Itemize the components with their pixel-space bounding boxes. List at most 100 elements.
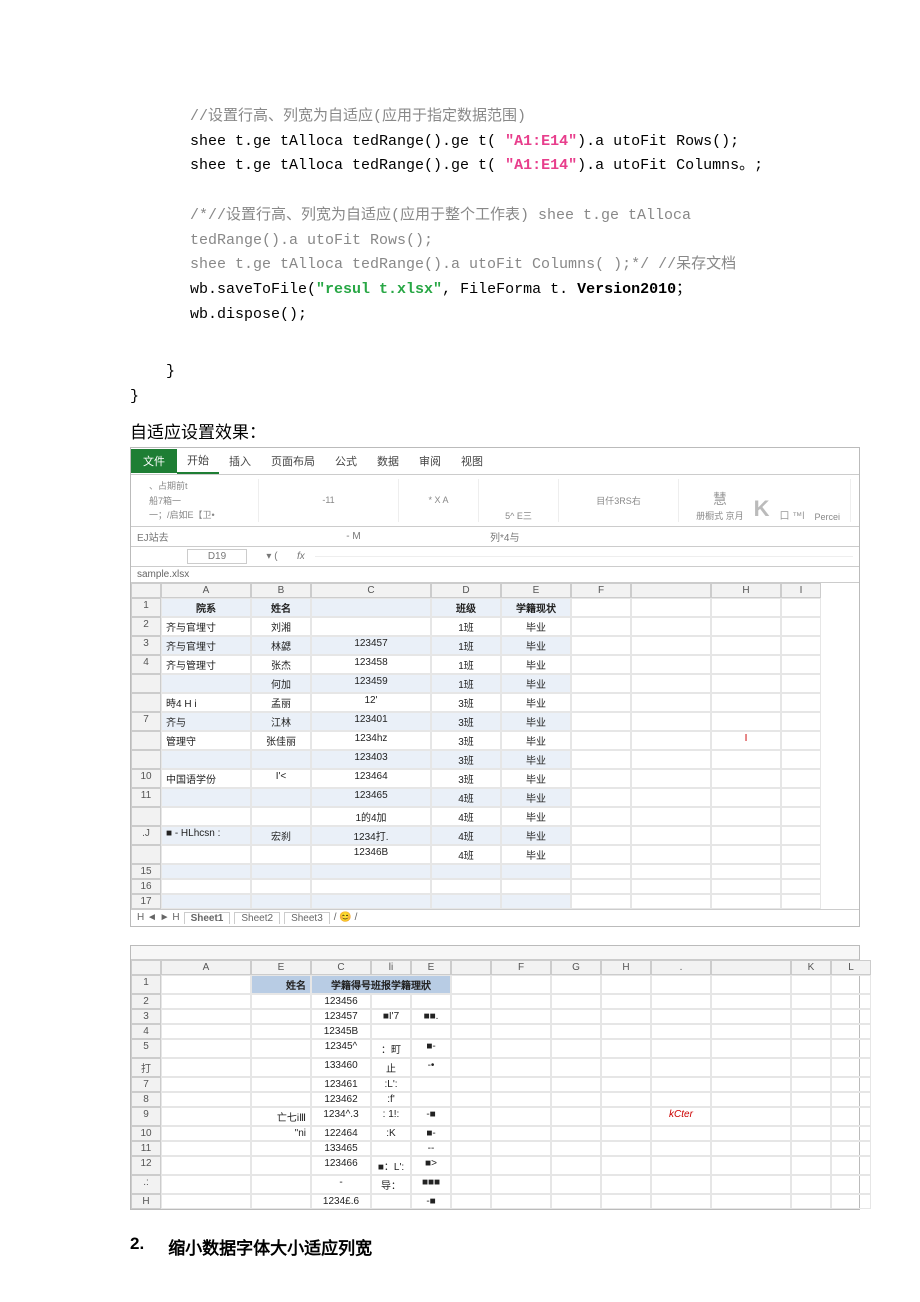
cell[interactable] <box>251 1156 311 1175</box>
cell[interactable] <box>551 1194 601 1209</box>
cell[interactable]: 1班 <box>431 636 501 655</box>
cell[interactable] <box>551 1039 601 1058</box>
cell[interactable] <box>251 994 311 1009</box>
cell[interactable] <box>781 693 821 712</box>
cell[interactable] <box>451 1156 491 1175</box>
col-header[interactable]: L <box>831 960 871 975</box>
cell[interactable]: 1班 <box>431 674 501 693</box>
cell[interactable] <box>491 975 551 994</box>
cell[interactable] <box>781 826 821 845</box>
cell[interactable] <box>551 1024 601 1039</box>
cell[interactable] <box>791 1092 831 1107</box>
cell[interactable] <box>711 1141 791 1156</box>
style-k-icon[interactable]: K <box>754 496 770 522</box>
cell[interactable]: ■■. <box>411 1009 451 1024</box>
cell[interactable] <box>651 1092 711 1107</box>
cell[interactable] <box>551 1175 601 1194</box>
cell[interactable] <box>451 975 491 994</box>
cell[interactable] <box>831 1156 871 1175</box>
cell[interactable]: 123462 <box>311 1092 371 1107</box>
cell[interactable] <box>601 1058 651 1077</box>
row-header[interactable]: 17 <box>131 894 161 909</box>
row-header[interactable]: 15 <box>131 864 161 879</box>
cell[interactable] <box>371 1194 411 1209</box>
cell[interactable] <box>501 879 571 894</box>
col-header[interactable]: F <box>491 960 551 975</box>
cell[interactable] <box>791 1141 831 1156</box>
cell[interactable] <box>551 1058 601 1077</box>
cell[interactable]: -■ <box>411 1107 451 1126</box>
tab-review[interactable]: 审阅 <box>409 449 451 473</box>
cell[interactable] <box>491 1107 551 1126</box>
cell[interactable] <box>831 994 871 1009</box>
cell[interactable]: ■> <box>411 1156 451 1175</box>
cell[interactable] <box>161 864 251 879</box>
cell[interactable]: 齐与官埋寸 <box>161 636 251 655</box>
cell[interactable] <box>491 1175 551 1194</box>
cell[interactable] <box>161 1039 251 1058</box>
cell[interactable]: 133460 <box>311 1058 371 1077</box>
cell[interactable] <box>831 1126 871 1141</box>
cell[interactable] <box>711 894 781 909</box>
cell[interactable] <box>551 1009 601 1024</box>
cell[interactable] <box>711 1024 791 1039</box>
col-header[interactable] <box>131 583 161 598</box>
sheet-tab-2[interactable]: Sheet2 <box>234 912 280 924</box>
cell[interactable] <box>711 1058 791 1077</box>
row-header[interactable]: 2 <box>131 994 161 1009</box>
cell[interactable]: 12' <box>311 693 431 712</box>
cell[interactable] <box>491 1141 551 1156</box>
cell[interactable] <box>711 693 781 712</box>
cell[interactable]: 亡七iⅢ <box>251 1107 311 1126</box>
cell[interactable] <box>711 826 781 845</box>
row-header[interactable]: 7 <box>131 712 161 731</box>
cell[interactable] <box>711 994 791 1009</box>
cell[interactable]: 毕业 <box>501 845 571 864</box>
cell[interactable] <box>161 807 251 826</box>
sheet-tab-3[interactable]: Sheet3 <box>284 912 330 924</box>
cell[interactable]: 1234£.6 <box>311 1194 371 1209</box>
row-header[interactable]: 1 <box>131 975 161 994</box>
col-header[interactable] <box>131 960 161 975</box>
cell[interactable] <box>411 1092 451 1107</box>
cell[interactable] <box>711 1092 791 1107</box>
cell[interactable]: 毕业 <box>501 693 571 712</box>
cell[interactable] <box>251 894 311 909</box>
row-header[interactable]: 12 <box>131 1156 161 1175</box>
cell[interactable]: I'< <box>251 769 311 788</box>
col-header[interactable]: E <box>411 960 451 975</box>
cell[interactable] <box>161 788 251 807</box>
col-header[interactable] <box>631 583 711 598</box>
cell[interactable] <box>571 826 631 845</box>
cell[interactable]: 123461 <box>311 1077 371 1092</box>
tab-view[interactable]: 视图 <box>451 449 493 473</box>
cell[interactable]: 毕业 <box>501 788 571 807</box>
cell[interactable]: 4班 <box>431 826 501 845</box>
cell[interactable]: "ni <box>251 1126 311 1141</box>
cell[interactable] <box>571 894 631 909</box>
cell[interactable] <box>571 636 631 655</box>
cell[interactable] <box>711 655 781 674</box>
cell[interactable]: 3班 <box>431 750 501 769</box>
cell[interactable]: 张佳丽 <box>251 731 311 750</box>
col-header[interactable]: A <box>161 583 251 598</box>
sheet-nav[interactable]: H ◄ ► H <box>137 912 180 924</box>
cell[interactable] <box>781 788 821 807</box>
cell[interactable] <box>431 894 501 909</box>
cell[interactable] <box>651 1039 711 1058</box>
cell[interactable] <box>711 674 781 693</box>
cell[interactable]: 毕业 <box>501 826 571 845</box>
spreadsheet-grid-2[interactable]: AECliEFGH.KL1姓名学籍得号班报学籍理狀21234563123457■… <box>131 960 859 1209</box>
row-header[interactable]: 16 <box>131 879 161 894</box>
cell[interactable] <box>791 1077 831 1092</box>
cell[interactable] <box>491 994 551 1009</box>
cell[interactable] <box>161 1194 251 1209</box>
tab-formula[interactable]: 公式 <box>325 449 367 473</box>
cell[interactable] <box>601 994 651 1009</box>
cell[interactable] <box>571 712 631 731</box>
cell[interactable]: 1的4加 <box>311 807 431 826</box>
cell[interactable]: ■- <box>411 1126 451 1141</box>
cell[interactable] <box>651 994 711 1009</box>
cell[interactable] <box>551 1092 601 1107</box>
cell[interactable]: 何加 <box>251 674 311 693</box>
